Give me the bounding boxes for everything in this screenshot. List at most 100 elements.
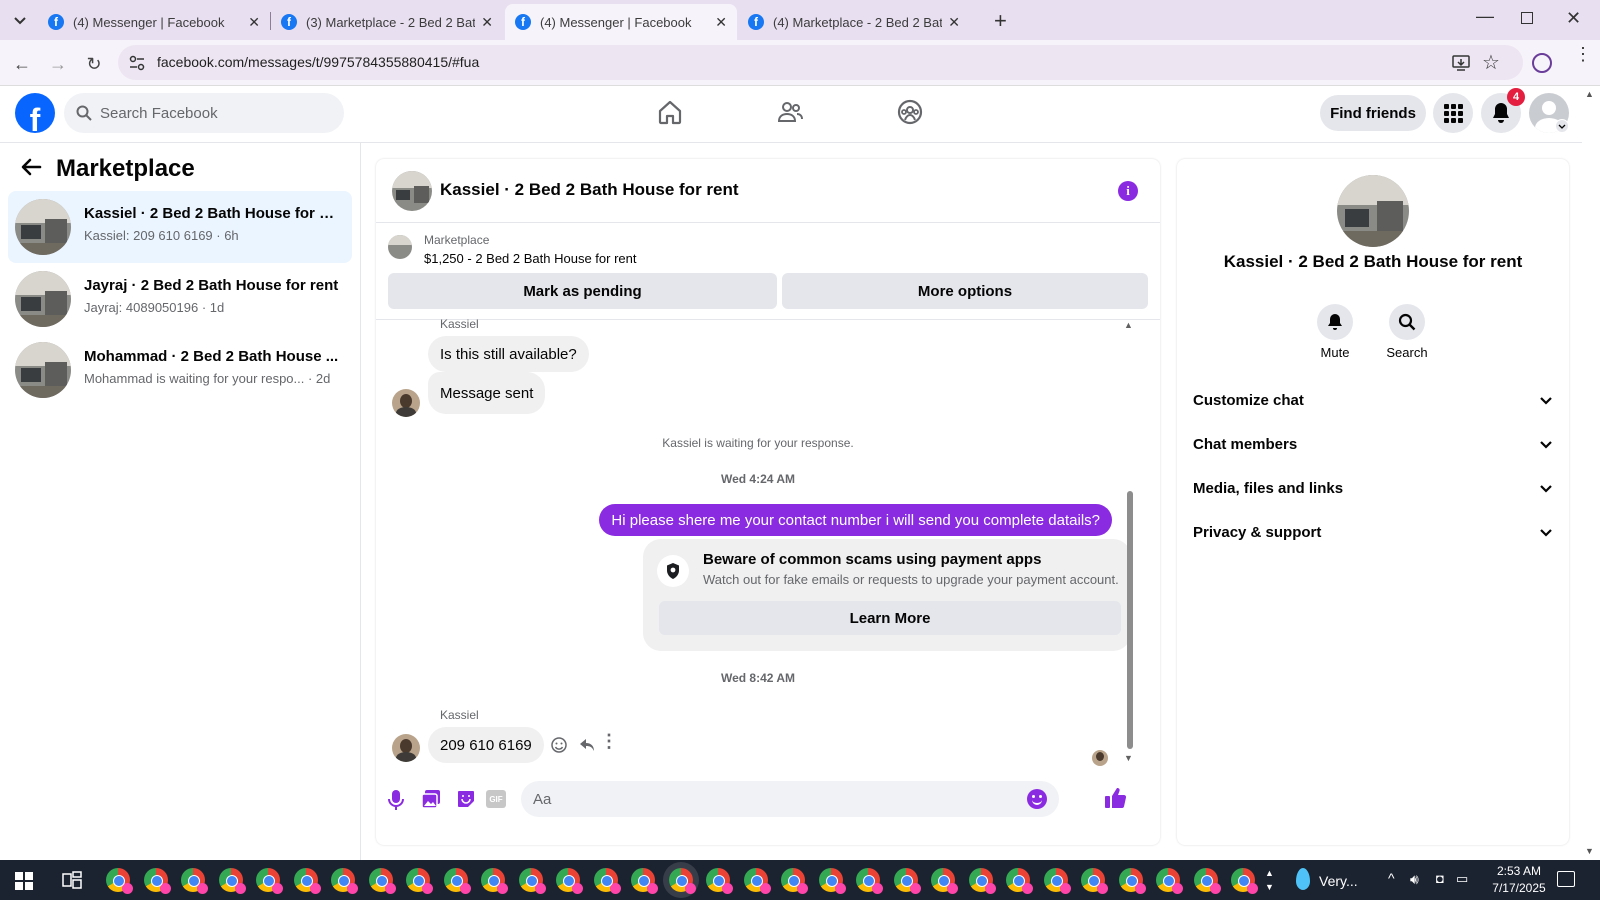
- chrome-taskbar-icon[interactable]: [368, 868, 396, 894]
- gif-icon[interactable]: GIF: [486, 790, 506, 808]
- chrome-taskbar-icon[interactable]: [1118, 868, 1146, 894]
- chrome-taskbar-icon[interactable]: [218, 868, 246, 894]
- message-input[interactable]: Aa: [533, 791, 551, 808]
- search-conversation-icon[interactable]: [1389, 304, 1425, 340]
- browser-tab-1[interactable]: f (4) Messenger | Facebook ✕: [38, 4, 270, 40]
- show-hidden-icons-icon[interactable]: ^: [1388, 870, 1395, 886]
- chrome-taskbar-icon[interactable]: [593, 868, 621, 894]
- chrome-taskbar-icon[interactable]: [1043, 868, 1071, 894]
- chrome-taskbar-icon[interactable]: [256, 868, 283, 894]
- close-window-icon[interactable]: ✕: [1566, 8, 1581, 29]
- close-tab-icon[interactable]: ✕: [715, 14, 727, 31]
- task-view-icon[interactable]: [62, 871, 82, 889]
- close-tab-icon[interactable]: ✕: [481, 14, 493, 31]
- mute-bell-icon[interactable]: [1317, 304, 1353, 340]
- install-app-icon[interactable]: [1451, 53, 1471, 73]
- volume-icon[interactable]: 🔊︎: [1410, 871, 1419, 888]
- listing-price-title[interactable]: $1,250 - 2 Bed 2 Bath House for rent: [424, 251, 636, 266]
- browser-tab-4[interactable]: f (4) Marketplace - 2 Bed 2 Bath I ✕: [738, 4, 970, 40]
- mute-label[interactable]: Mute: [1305, 345, 1365, 360]
- page-scroll-up-icon[interactable]: ▲: [1585, 89, 1594, 99]
- chrome-taskbar-icon[interactable]: [668, 868, 696, 894]
- search-input[interactable]: [100, 104, 320, 122]
- sender-avatar[interactable]: [392, 734, 420, 762]
- chrome-taskbar-icon[interactable]: [106, 868, 133, 894]
- chrome-taskbar-icon[interactable]: [743, 868, 771, 894]
- details-avatar[interactable]: [1337, 175, 1409, 247]
- chrome-taskbar-icon[interactable]: [631, 868, 658, 894]
- weather-drop-icon[interactable]: [1296, 868, 1310, 890]
- chrome-taskbar-icon[interactable]: [181, 868, 208, 894]
- chrome-taskbar-icon[interactable]: [1193, 868, 1221, 894]
- chrome-taskbar-icon[interactable]: [556, 868, 583, 894]
- back-icon[interactable]: ←: [8, 50, 36, 78]
- learn-more-button[interactable]: Learn More: [659, 601, 1121, 635]
- message-input-box[interactable]: Aa: [521, 781, 1059, 817]
- minimize-window-icon[interactable]: —: [1476, 6, 1494, 27]
- chrome-taskbar-icon[interactable]: [781, 868, 808, 894]
- outgoing-message-bubble[interactable]: Hi please shere me your contact number i…: [599, 504, 1112, 536]
- chrome-taskbar-icon[interactable]: [856, 868, 883, 894]
- message-bubble[interactable]: Is this still available?: [428, 336, 589, 372]
- sender-avatar[interactable]: [392, 389, 420, 417]
- forward-icon[interactable]: →: [44, 50, 72, 78]
- clock-date[interactable]: 7/17/2025: [1484, 881, 1554, 895]
- message-bubble[interactable]: Message sent: [428, 372, 546, 414]
- windows-start-icon[interactable]: [15, 872, 33, 890]
- taskbar-overflow-icon[interactable]: ▲ ▼: [1265, 866, 1274, 894]
- conversation-item-mohammad[interactable]: Mohammad · 2 Bed 2 Bath House ... Mohamm…: [8, 334, 352, 406]
- chrome-taskbar-icon[interactable]: [1156, 868, 1183, 894]
- media-files-links-section[interactable]: Media, files and links: [1193, 468, 1553, 508]
- chrome-taskbar-icon[interactable]: [968, 868, 996, 894]
- chrome-taskbar-icon[interactable]: [406, 868, 433, 894]
- mark-as-pending-button[interactable]: Mark as pending: [388, 273, 777, 309]
- privacy-support-section[interactable]: Privacy & support: [1193, 512, 1553, 552]
- weather-text[interactable]: Very...: [1319, 873, 1358, 889]
- menu-grid-icon[interactable]: [1433, 93, 1473, 133]
- chrome-taskbar-icon[interactable]: [331, 868, 358, 894]
- chrome-taskbar-icon[interactable]: [931, 868, 958, 894]
- search-label[interactable]: Search: [1377, 345, 1437, 360]
- microphone-icon[interactable]: [386, 789, 406, 811]
- chrome-taskbar-icon[interactable]: [481, 868, 508, 894]
- like-thumb-icon[interactable]: [1104, 786, 1128, 810]
- clock-time[interactable]: 2:53 AM: [1484, 864, 1554, 878]
- browser-tab-3[interactable]: f (4) Messenger | Facebook ✕: [505, 4, 737, 40]
- chrome-taskbar-icon[interactable]: [706, 868, 733, 894]
- sticker-icon[interactable]: [456, 789, 476, 809]
- network-icon[interactable]: ▭: [1456, 871, 1468, 887]
- restore-window-icon[interactable]: [1521, 12, 1533, 24]
- back-arrow-icon[interactable]: [20, 157, 42, 177]
- find-friends-button[interactable]: Find friends: [1320, 95, 1426, 131]
- chrome-taskbar-icon[interactable]: [443, 868, 471, 894]
- scroll-down-icon[interactable]: ▼: [1124, 753, 1133, 763]
- profile-icon[interactable]: [1532, 53, 1552, 73]
- close-tab-icon[interactable]: ✕: [948, 14, 960, 31]
- reload-icon[interactable]: ↻: [80, 50, 108, 78]
- new-tab-icon[interactable]: +: [994, 8, 1007, 34]
- conversation-item-jayraj[interactable]: Jayraj · 2 Bed 2 Bath House for rent Jay…: [8, 263, 352, 335]
- account-chevron-icon[interactable]: [1555, 119, 1569, 133]
- close-tab-icon[interactable]: ✕: [248, 14, 260, 31]
- more-actions-icon[interactable]: ⋮: [600, 731, 618, 752]
- chrome-taskbar-icon[interactable]: [818, 868, 846, 894]
- photo-icon[interactable]: [421, 789, 441, 809]
- camera-icon[interactable]: ◘: [1436, 871, 1444, 886]
- conversation-info-icon[interactable]: i: [1118, 181, 1138, 201]
- url-text[interactable]: facebook.com/messages/t/9975784355880415…: [157, 54, 479, 70]
- home-icon[interactable]: [656, 98, 688, 130]
- groups-icon[interactable]: [896, 98, 928, 130]
- browser-tab-2[interactable]: f (3) Marketplace - 2 Bed 2 Bath I ✕: [271, 4, 503, 40]
- site-settings-icon[interactable]: [128, 54, 146, 72]
- browser-menu-icon[interactable]: ⋮: [1574, 45, 1592, 63]
- message-scrollbar[interactable]: [1127, 491, 1133, 749]
- reply-icon[interactable]: [578, 736, 596, 754]
- conversation-item-kassiel[interactable]: Kassiel · 2 Bed 2 Bath House for rent Ka…: [8, 191, 352, 263]
- chrome-taskbar-icon[interactable]: [1231, 868, 1258, 894]
- facebook-logo-icon[interactable]: f: [15, 93, 55, 133]
- notification-center-icon[interactable]: [1557, 871, 1575, 887]
- customize-chat-section[interactable]: Customize chat: [1193, 380, 1553, 420]
- message-bubble[interactable]: 209 610 6169: [428, 727, 544, 763]
- emoji-icon[interactable]: [1027, 789, 1047, 809]
- chat-title[interactable]: Kassiel · 2 Bed 2 Bath House for rent: [440, 180, 739, 200]
